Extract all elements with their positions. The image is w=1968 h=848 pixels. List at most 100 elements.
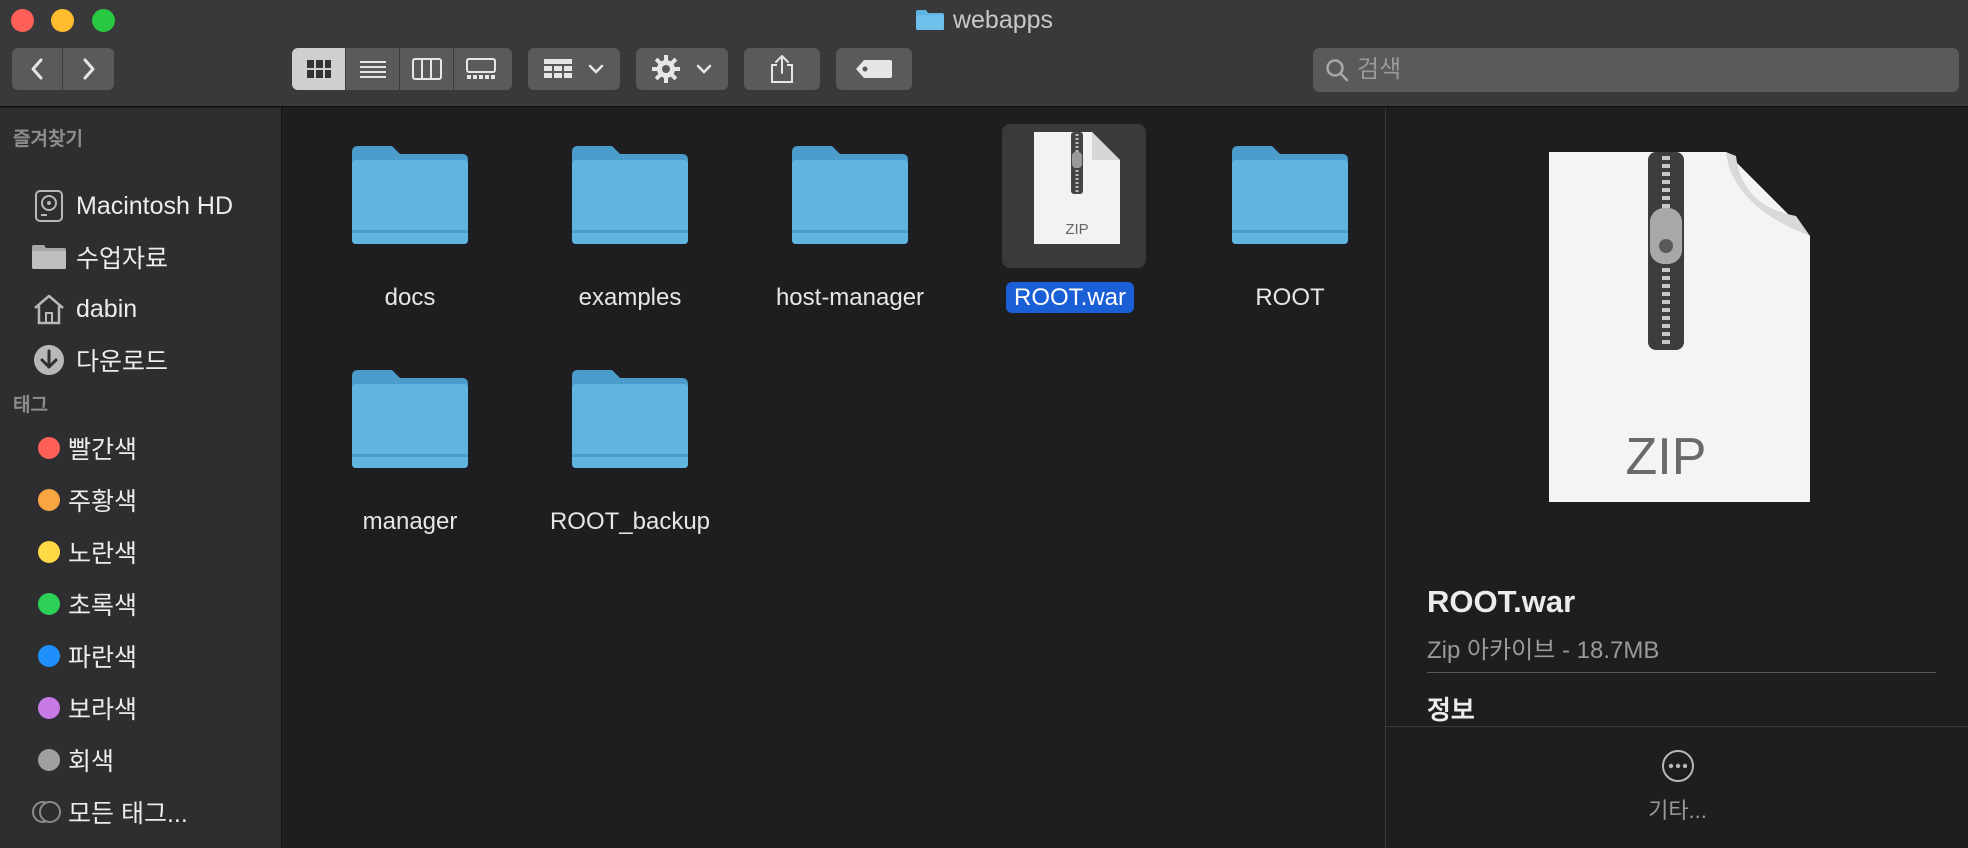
sidebar-tag-label: 파란색 — [68, 644, 138, 672]
file-name: examples — [578, 284, 682, 311]
file-name: manager — [362, 508, 458, 535]
gray-tag-dot — [38, 749, 60, 771]
folder-icon — [572, 146, 688, 244]
action-menu-button[interactable] — [636, 48, 728, 90]
sidebar: 즐겨찾기 Macintosh HD 수업자료 dabin 다운로드 태그 빨간색… — [0, 108, 282, 848]
file-item-examples[interactable]: examples — [520, 134, 720, 334]
icon-view-button[interactable] — [292, 48, 346, 90]
sidebar-tag-green[interactable]: 초록색 — [0, 580, 282, 628]
sidebar-item-label: dabin — [76, 294, 138, 323]
preview-file-kind: Zip 아카이브 - 18.7MB — [1427, 637, 1660, 664]
file-name: ROOT.war — [960, 282, 1180, 313]
sidebar-tag-label: 보라색 — [68, 696, 138, 724]
zip-archive-icon: ZIP — [1034, 132, 1120, 244]
file-item-root[interactable]: ROOT — [1180, 134, 1380, 334]
red-tag-dot — [38, 437, 60, 459]
window-title-text: webapps — [952, 6, 1054, 34]
chevron-down-icon — [696, 64, 712, 74]
chevron-left-icon — [31, 58, 43, 80]
sidebar-tag-label: 주황색 — [68, 488, 138, 516]
group-grid-icon — [544, 59, 572, 78]
favorites-heading: 즐겨찾기 — [13, 129, 83, 150]
search-field[interactable] — [1313, 48, 1959, 92]
file-name: docs — [384, 284, 436, 311]
chevron-down-icon — [588, 64, 604, 74]
all-tags-icon — [30, 800, 68, 824]
nav-buttons — [12, 48, 114, 90]
folder-icon — [915, 10, 944, 30]
gallery-view-button[interactable] — [454, 48, 508, 90]
preview-pane: ZIP ROOT.war Zip 아카이브 - 18.7MB 정보 기타... — [1385, 108, 1968, 848]
file-item-manager[interactable]: manager — [300, 358, 500, 558]
file-item-host-manager[interactable]: host-manager — [740, 134, 940, 334]
ellipsis-circle-icon[interactable] — [1661, 749, 1695, 783]
folder-icon — [352, 146, 468, 244]
preview-zip-label: ZIP — [1626, 428, 1707, 486]
sidebar-tag-gray[interactable]: 회색 — [0, 736, 282, 784]
folder-icon — [572, 370, 688, 468]
blue-tag-dot — [38, 645, 60, 667]
tag-icon — [856, 60, 892, 78]
back-button[interactable] — [12, 48, 63, 90]
search-icon — [1326, 59, 1349, 82]
sidebar-tag-orange[interactable]: 주황색 — [0, 476, 282, 524]
hard-drive-icon — [30, 189, 68, 223]
file-grid: docs examples host-manager ZIP ROOT.war — [283, 108, 1384, 848]
sidebar-item-home[interactable]: dabin — [0, 285, 282, 333]
tags-heading: 태그 — [13, 395, 48, 416]
file-item-root-war[interactable]: ZIP ROOT.war — [960, 124, 1160, 334]
folder-icon — [1232, 146, 1348, 244]
share-button[interactable] — [744, 48, 820, 90]
folder-icon — [30, 240, 68, 274]
preview-file-name: ROOT.war — [1427, 584, 1576, 619]
sidebar-tag-label: 노란색 — [68, 540, 138, 568]
list-view-button[interactable] — [346, 48, 400, 90]
preview-actions: 기타... — [1386, 726, 1968, 848]
sidebar-tag-red[interactable]: 빨간색 — [0, 424, 282, 472]
file-name: ROOT — [1255, 284, 1325, 311]
search-input[interactable] — [1357, 56, 1917, 84]
icon-view-icon — [306, 60, 331, 78]
group-by-button[interactable] — [528, 48, 620, 90]
file-name: ROOT_backup — [549, 508, 711, 535]
sidebar-tag-yellow[interactable]: 노란색 — [0, 528, 282, 576]
zip-archive-preview-icon: ZIP — [1549, 152, 1810, 502]
column-view-icon — [411, 58, 442, 80]
orange-tag-dot — [38, 489, 60, 511]
green-tag-dot — [38, 593, 60, 615]
sidebar-item-label: 다운로드 — [76, 348, 169, 376]
sidebar-tag-blue[interactable]: 파란색 — [0, 632, 282, 680]
purple-tag-dot — [38, 697, 60, 719]
sidebar-tag-label: 회색 — [68, 748, 115, 776]
sidebar-tag-label: 초록색 — [68, 592, 138, 620]
file-item-docs[interactable]: docs — [300, 134, 500, 334]
sidebar-all-tags[interactable]: 모든 태그... — [0, 788, 282, 836]
sidebar-item-macintosh-hd[interactable]: Macintosh HD — [0, 182, 282, 230]
sidebar-item-downloads[interactable]: 다운로드 — [0, 336, 282, 384]
window-title: webapps — [0, 6, 1968, 35]
list-view-icon — [359, 61, 386, 78]
share-icon — [771, 55, 793, 83]
zip-label: ZIP — [1065, 221, 1088, 238]
download-icon — [30, 343, 68, 377]
preview-info-heading: 정보 — [1427, 695, 1475, 725]
toolbar: webapps — [0, 0, 1968, 107]
sidebar-tag-label: 모든 태그... — [68, 800, 188, 828]
edit-tags-button[interactable] — [836, 48, 912, 90]
folder-icon — [792, 146, 908, 244]
sidebar-item-course-materials[interactable]: 수업자료 — [0, 233, 282, 281]
forward-button[interactable] — [63, 48, 114, 90]
column-view-button[interactable] — [400, 48, 454, 90]
sidebar-item-label: Macintosh HD — [76, 191, 233, 220]
home-icon — [30, 292, 68, 326]
file-name: host-manager — [775, 284, 925, 311]
folder-icon — [352, 370, 468, 468]
sidebar-item-label: 수업자료 — [76, 245, 169, 273]
view-mode-control — [292, 48, 512, 90]
more-actions-button[interactable]: 기타... — [1386, 793, 1968, 825]
yellow-tag-dot — [38, 541, 60, 563]
sidebar-tag-purple[interactable]: 보라색 — [0, 684, 282, 732]
chevron-right-icon — [83, 58, 94, 80]
gallery-view-icon — [466, 58, 496, 79]
file-item-root-backup[interactable]: ROOT_backup — [520, 358, 720, 558]
